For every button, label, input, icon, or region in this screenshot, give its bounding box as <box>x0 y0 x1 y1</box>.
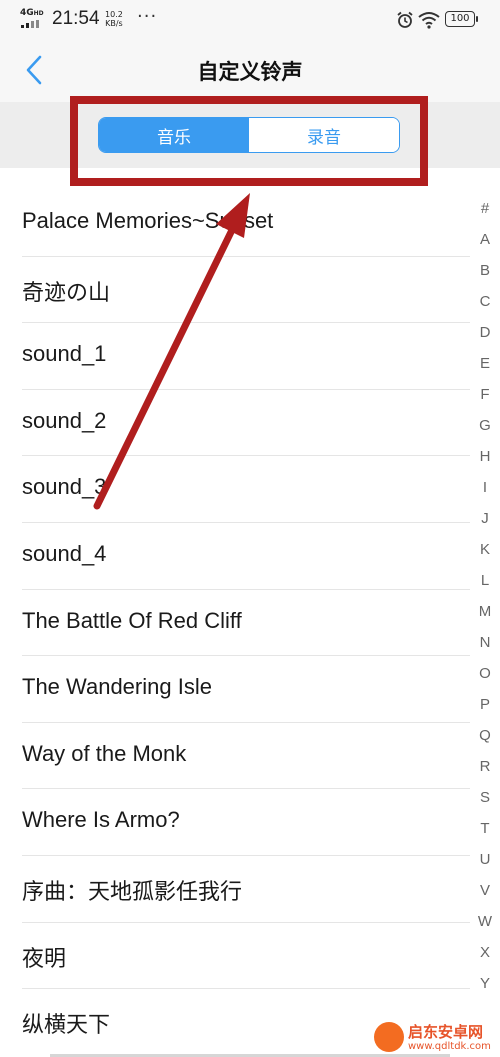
list-item[interactable]: 夜明 <box>0 923 470 990</box>
list-item-label: 纵横天下 <box>22 1012 111 1038</box>
index-letter[interactable]: M <box>470 601 500 632</box>
index-letter[interactable]: V <box>470 880 500 911</box>
list-item[interactable]: Way of the Monk <box>0 723 470 790</box>
index-letter[interactable]: K <box>470 539 500 570</box>
index-letter[interactable]: G <box>470 415 500 446</box>
alphabet-index[interactable]: # A B C D E F G H I J K L M N O P Q R S T U V W X Y <box>470 198 500 1004</box>
status-time: 21:54 <box>52 8 100 29</box>
list-item[interactable]: sound_1 <box>0 323 470 390</box>
watermark-title: 启东安卓网 <box>408 1023 484 1041</box>
index-letter[interactable]: Q <box>470 725 500 756</box>
index-letter[interactable]: S <box>470 787 500 818</box>
signal-icon <box>21 20 39 28</box>
index-letter[interactable]: F <box>470 384 500 415</box>
index-letter[interactable]: W <box>470 911 500 942</box>
list-item[interactable]: Where Is Armo? <box>0 789 470 856</box>
index-letter[interactable]: A <box>470 229 500 260</box>
list-item[interactable]: sound_2 <box>0 390 470 457</box>
list-item-label: sound_2 <box>22 407 107 433</box>
list-item-label: 夜明 <box>22 945 67 971</box>
index-letter[interactable]: # <box>470 198 500 229</box>
index-letter[interactable]: D <box>470 322 500 353</box>
segmented-control: 音乐 录音 <box>98 117 400 153</box>
more-notifications: ··· <box>137 6 158 27</box>
index-letter[interactable]: P <box>470 694 500 725</box>
index-letter[interactable]: N <box>470 632 500 663</box>
index-letter[interactable]: X <box>470 942 500 973</box>
list-item-label: 序曲：天地孤影任我行 <box>22 878 243 904</box>
list-item[interactable]: 奇迹の山 <box>0 257 470 324</box>
index-letter[interactable]: U <box>470 849 500 880</box>
wifi-icon <box>418 12 440 29</box>
tab-music[interactable]: 音乐 <box>99 118 249 152</box>
network-sub: HD <box>33 10 44 17</box>
list-item-label: The Wandering Isle <box>22 674 212 700</box>
index-letter[interactable]: H <box>470 446 500 477</box>
list-item[interactable]: sound_3 <box>0 456 470 523</box>
index-letter[interactable]: C <box>470 291 500 322</box>
list-item-label: sound_4 <box>22 540 107 566</box>
header-bar: 自定义铃声 <box>0 40 500 102</box>
list-item-label: Way of the Monk <box>22 740 187 766</box>
index-letter[interactable]: E <box>470 353 500 384</box>
list-item[interactable]: sound_4 <box>0 523 470 590</box>
watermark-logo: 启东安卓网 www.qdltdk.com <box>374 1018 500 1057</box>
list-item[interactable]: Palace Memories~Sunset <box>0 190 470 257</box>
list-item[interactable]: The Wandering Isle <box>0 656 470 723</box>
speed-unit: KB/s <box>105 19 123 28</box>
index-letter[interactable]: Y <box>470 973 500 1004</box>
page-title: 自定义铃声 <box>197 60 303 84</box>
index-letter[interactable]: T <box>470 818 500 849</box>
speed-value: 10.2 <box>105 10 123 19</box>
index-letter[interactable]: R <box>470 756 500 787</box>
index-letter[interactable]: I <box>470 477 500 508</box>
network-speed: 10.2 KB/s <box>105 10 123 28</box>
index-letter[interactable]: B <box>470 260 500 291</box>
tab-band: 音乐 录音 <box>0 102 500 168</box>
index-letter[interactable]: J <box>470 508 500 539</box>
list-item-label: Where Is Armo? <box>22 807 180 833</box>
index-letter[interactable]: L <box>470 570 500 601</box>
ringtone-list: Palace Memories~Sunset 奇迹の山 sound_1 soun… <box>0 190 470 1056</box>
list-item-label: The Battle Of Red Cliff <box>22 607 242 633</box>
list-item-label: Palace Memories~Sunset <box>22 208 274 233</box>
alarm-icon <box>397 11 413 28</box>
watermark-url: www.qdltdk.com <box>408 1041 491 1052</box>
network-indicator: 4GHD <box>20 9 44 18</box>
network-type: 4G <box>20 8 34 18</box>
list-item-label: sound_1 <box>22 341 107 367</box>
index-letter[interactable]: O <box>470 663 500 694</box>
list-item[interactable]: 序曲：天地孤影任我行 <box>0 856 470 923</box>
list-item-label: sound_3 <box>22 474 107 500</box>
watermark-logo-icon <box>374 1022 404 1052</box>
status-bar: 4GHD 21:54 10.2 KB/s ··· 100 <box>0 0 500 40</box>
list-item-label: 奇迹の山 <box>22 279 111 305</box>
battery-icon: 100 <box>445 11 478 27</box>
tab-recording[interactable]: 录音 <box>249 118 399 152</box>
list-item[interactable]: The Battle Of Red Cliff <box>0 590 470 657</box>
